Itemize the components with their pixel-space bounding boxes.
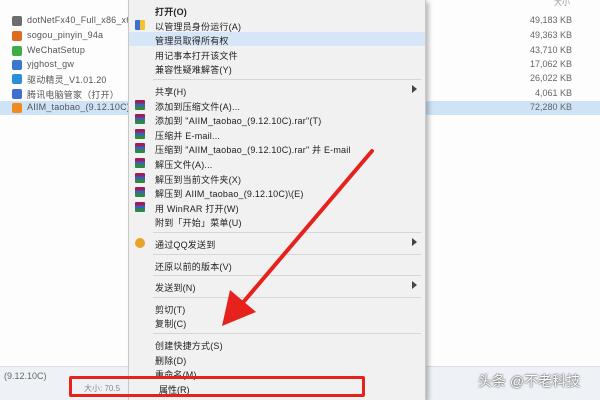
menu-item[interactable]: 管理员取得所有权 <box>129 32 425 47</box>
menu-item-label: 以管理员身份运行(A) <box>155 21 242 32</box>
menu-item[interactable]: 打开(O) <box>129 3 425 17</box>
menu-item-label: 通过QQ发送到 <box>155 240 216 250</box>
menu-item[interactable]: 解压到 AIIM_taobao_(9.12.10C)\(E) <box>129 185 425 199</box>
rar-icon <box>135 158 145 168</box>
menu-item[interactable]: 用记事本打开该文件 <box>129 47 425 61</box>
file-icon <box>12 60 22 70</box>
watermark-text: 头条 @不老科技 <box>478 373 581 389</box>
menu-item-label: 发送到(N) <box>155 283 196 294</box>
menu-item[interactable]: 复制(C) <box>129 315 425 329</box>
file-name: yjghost_gw <box>27 59 75 69</box>
file-name: AIIM_taobao_(9.12.10C) <box>27 102 130 112</box>
file-name: 腾讯电脑管家（打开） <box>27 90 120 100</box>
menu-item-label: 还原以前的版本(V) <box>155 261 232 272</box>
shield-icon <box>135 19 145 30</box>
menu-item[interactable]: 用 WinRAR 打开(W) <box>129 200 425 214</box>
menu-item[interactable]: 发送到(N) <box>129 279 425 293</box>
rar-icon <box>135 128 145 139</box>
menu-separator <box>153 79 421 80</box>
file-icon <box>12 46 22 56</box>
rar-icon <box>135 172 145 183</box>
menu-item[interactable]: 解压文件(A)... <box>129 156 425 170</box>
file-name: 驱动精灵_V1.01.20 <box>27 75 107 85</box>
rar-icon <box>135 201 145 212</box>
file-size: 43,710 KB <box>529 45 572 55</box>
rar-icon <box>135 114 145 125</box>
file-icon <box>12 89 22 99</box>
menu-item-label: 用 WinRAR 打开(W) <box>155 203 239 214</box>
menu-item[interactable]: 共享(H) <box>129 83 425 97</box>
rar-icon <box>135 187 145 198</box>
menu-item-label: 用记事本打开该文件 <box>155 50 238 61</box>
file-icon <box>12 31 22 41</box>
menu-item[interactable]: 添加到压缩文件(A)... <box>129 98 425 112</box>
file-size: 72,280 KB <box>529 102 572 112</box>
menu-separator <box>153 253 421 255</box>
menu-item-label: 解压文件(A)... <box>155 160 213 170</box>
menu-item-label: 解压到 AIIM_taobao_(9.12.10C)\(E) <box>155 189 304 200</box>
file-icon <box>12 16 22 26</box>
menu-item-label: 解压到当前文件夹(X) <box>155 174 242 185</box>
file-name: sogou_pinyin_94a <box>27 30 104 40</box>
menu-item-label: 压缩并 E-mail... <box>155 130 221 141</box>
rar-icon <box>135 99 145 110</box>
menu-item-label: 管理员取得所有权 <box>155 36 229 47</box>
rar-icon <box>135 143 145 154</box>
menu-item-label: 复制(C) <box>155 319 187 330</box>
size-column-header[interactable]: 大小 <box>554 0 570 8</box>
context-menu: 打开(O) 以管理员身份运行(A) 管理员取得所有权 用记事本打开该文件 兼容性疑难解答… <box>128 0 426 400</box>
file-size: 26,022 KB <box>529 73 572 83</box>
status-selected-name: (9.12.10C) <box>4 371 47 381</box>
menu-item-label: 兼容性疑难解答(Y) <box>155 65 232 76</box>
submenu-arrow-icon <box>412 85 417 93</box>
menu-item[interactable]: 解压到当前文件夹(X) <box>129 171 425 185</box>
menu-separator <box>153 232 421 233</box>
menu-item[interactable]: 兼容性疑难解答(Y) <box>129 61 425 75</box>
menu-item[interactable]: 添加到 "AIIM_taobao_(9.12.10C).rar"(T) <box>129 112 425 126</box>
menu-item-label: 共享(H) <box>155 87 187 97</box>
menu-item-label: 添加到 "AIIM_taobao_(9.12.10C).rar"(T) <box>155 116 322 127</box>
menu-separator <box>153 296 421 298</box>
file-icon <box>12 74 22 84</box>
menu-separator <box>153 275 421 277</box>
submenu-arrow-icon <box>412 238 417 246</box>
qq-icon <box>135 238 145 248</box>
file-size: 4,061 KB <box>534 88 572 98</box>
menu-item-label: 剪切(T) <box>155 304 186 315</box>
menu-item-label: 压缩到 "AIIM_taobao_(9.12.10C).rar" 并 E-mai… <box>155 145 351 156</box>
file-size: 49,363 KB <box>529 30 572 40</box>
file-icon <box>12 103 22 113</box>
menu-separator <box>153 333 421 334</box>
submenu-arrow-icon <box>412 281 417 290</box>
menu-item-label: 打开(O) <box>155 7 187 17</box>
menu-item-label: 附到「开始」菜单(U) <box>155 218 242 229</box>
menu-item[interactable]: 压缩并 E-mail... <box>129 127 425 141</box>
menu-item-label: 创建快捷方式(S) <box>155 341 223 351</box>
menu-item-label: 删除(D) <box>155 355 187 366</box>
menu-item[interactable]: 删除(D) <box>129 352 425 366</box>
file-name: WeChatSetup <box>27 45 86 55</box>
menu-item[interactable]: 以管理员身份运行(A) <box>129 18 425 32</box>
file-size: 49,183 KB <box>529 15 572 25</box>
menu-item[interactable]: 还原以前的版本(V) <box>129 258 425 272</box>
highlight-box-properties <box>69 376 365 397</box>
menu-item[interactable]: 压缩到 "AIIM_taobao_(9.12.10C).rar" 并 E-mai… <box>129 141 425 155</box>
menu-item[interactable]: 通过QQ发送到 <box>129 236 425 250</box>
menu-item-label: 添加到压缩文件(A)... <box>155 101 241 112</box>
menu-item[interactable]: 附到「开始」菜单(U) <box>129 214 425 228</box>
menu-item[interactable]: 创建快捷方式(S) <box>129 337 425 351</box>
file-name: dotNetFx40_Full_x86_x64 <box>27 15 137 25</box>
file-size: 17,062 KB <box>529 59 572 69</box>
menu-item[interactable]: 剪切(T) <box>129 301 425 315</box>
